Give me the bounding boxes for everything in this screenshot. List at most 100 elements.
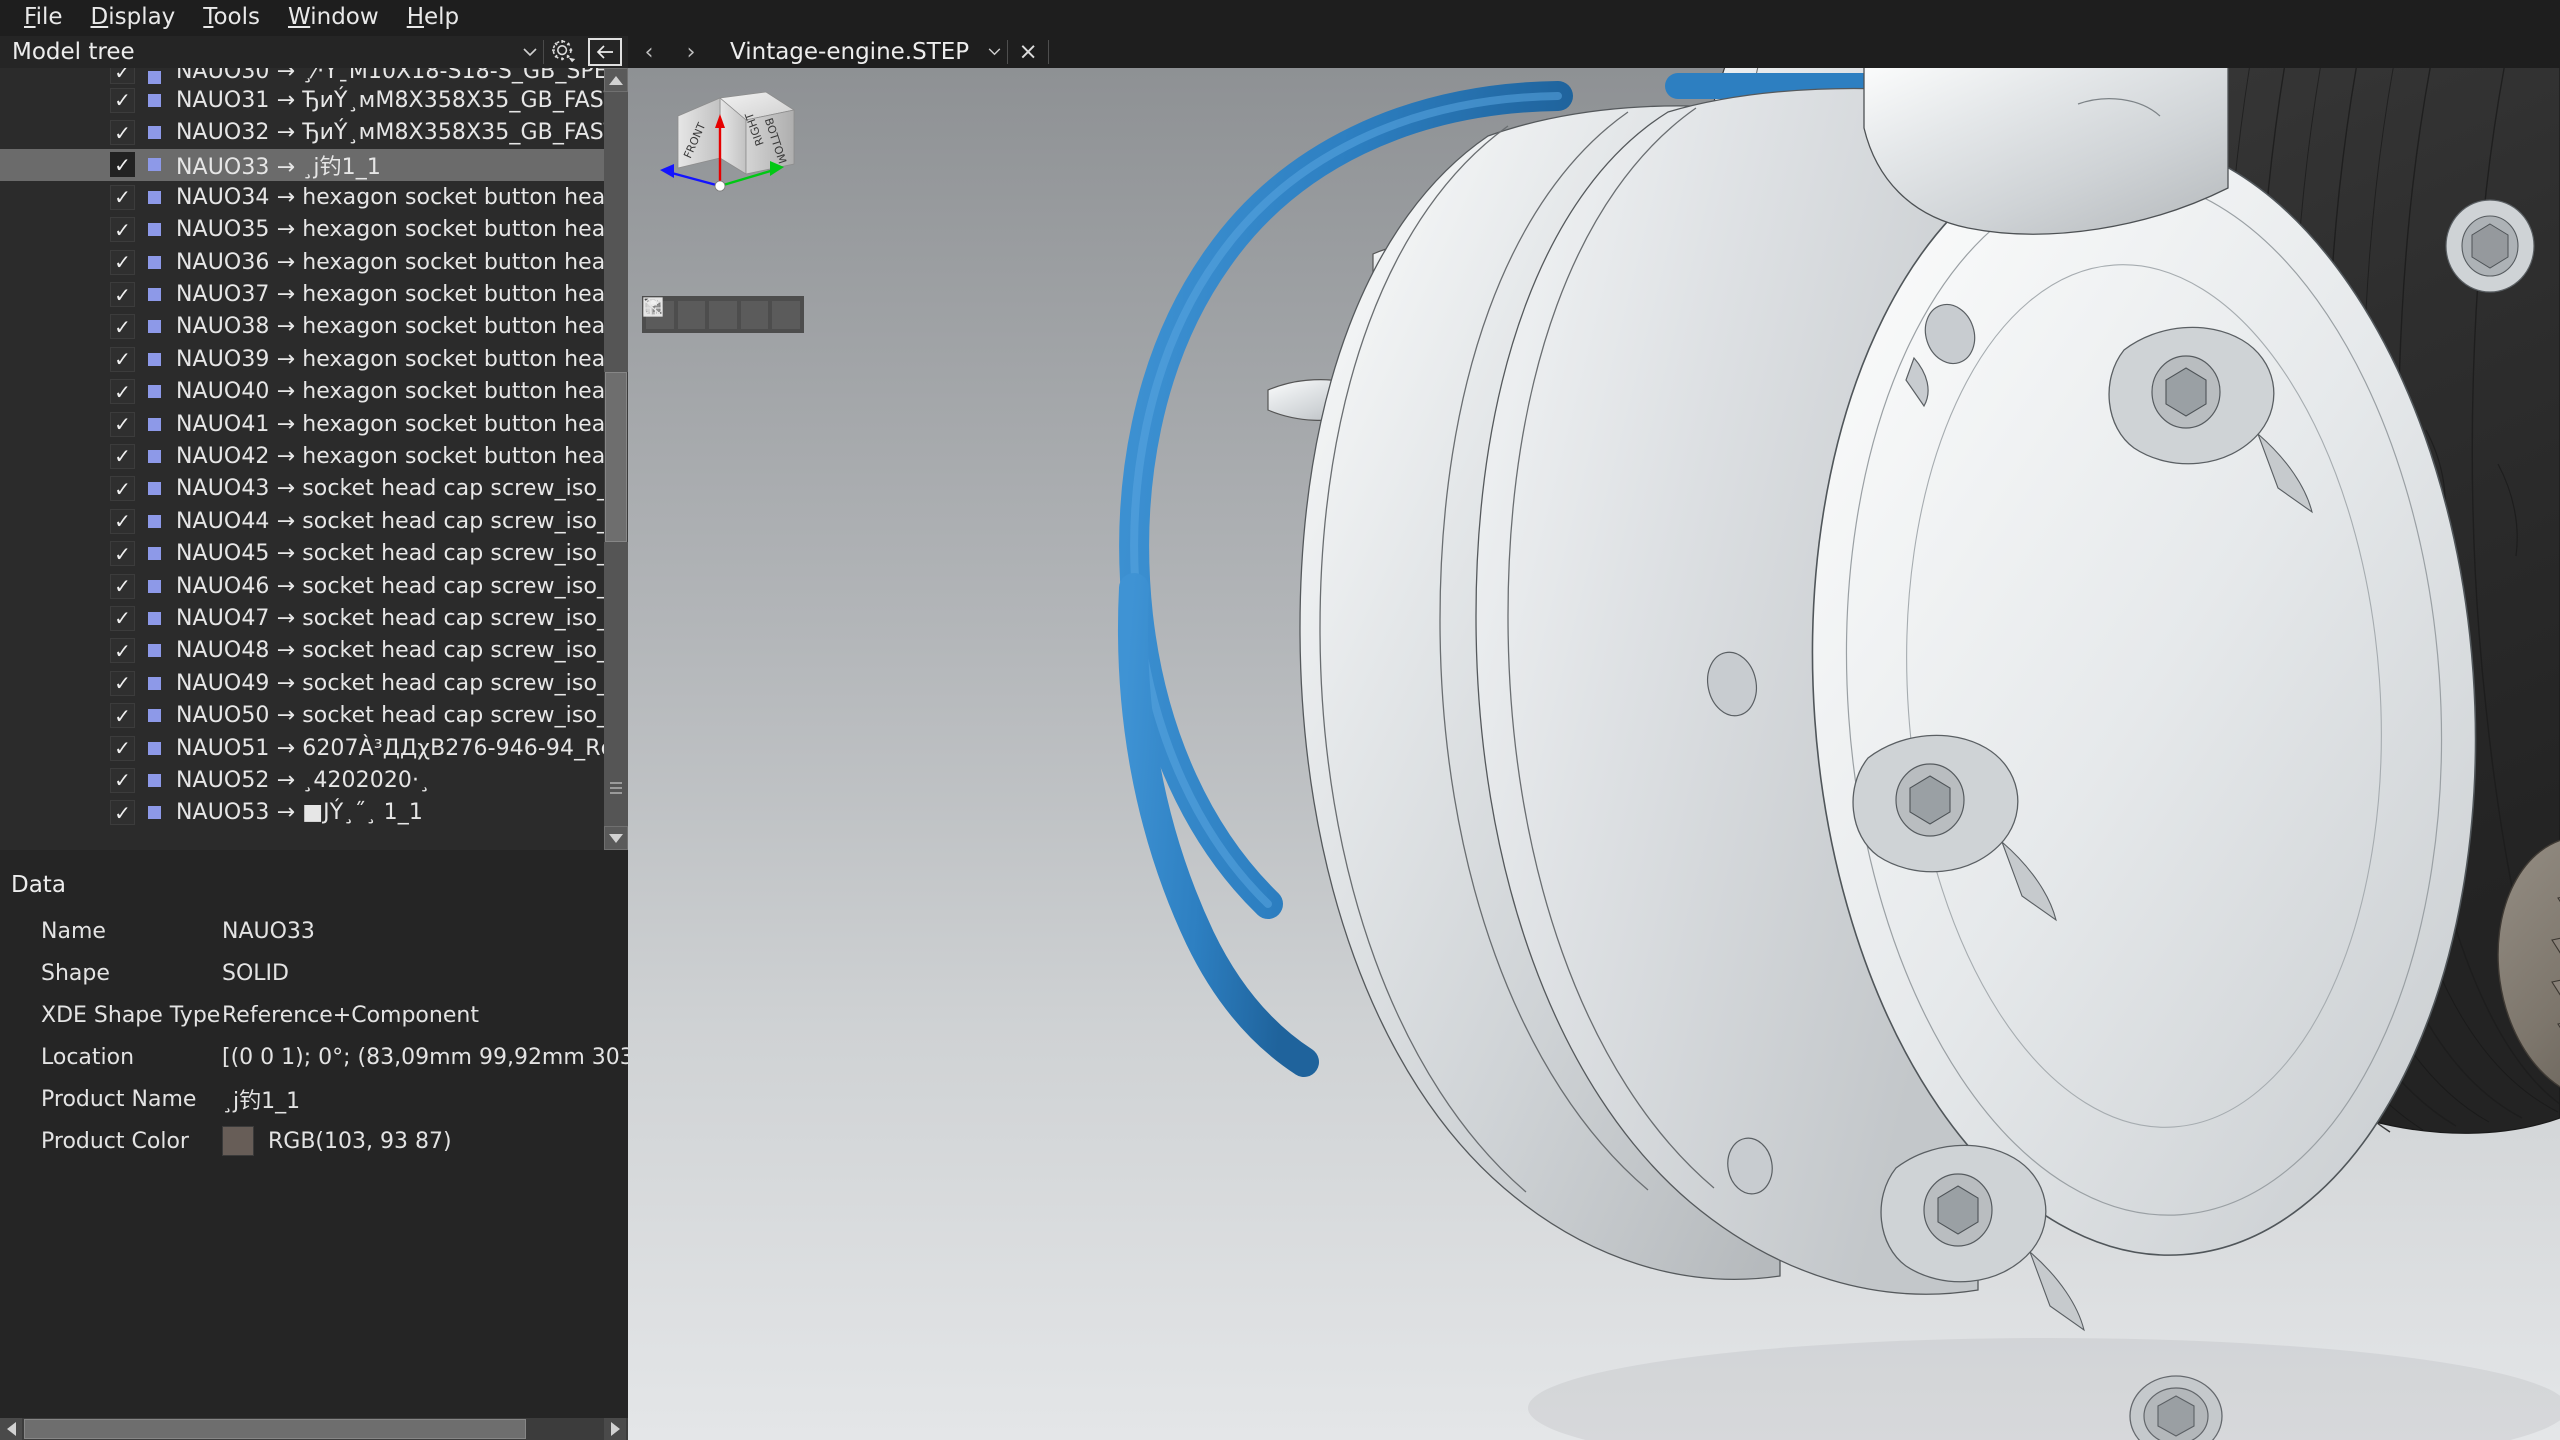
chevron-down-glyph (523, 48, 537, 57)
model-tree-list[interactable]: ✓NAUO30 → ¸⁄·ÝˍM10X18-S18-S_GB_SPE✓NAUO3… (0, 68, 628, 850)
scrollbar-track-lower[interactable] (604, 542, 628, 826)
tree-row[interactable]: ✓NAUO45 → socket head cap screw_iso_l! (0, 537, 604, 569)
tree-row[interactable]: ✓NAUO52 → ¸4202020·¸ (0, 764, 604, 796)
tree-row-checkbox[interactable]: ✓ (110, 152, 135, 177)
close-icon[interactable]: × (1008, 36, 1048, 68)
tree-row[interactable]: ✓NAUO48 → socket head cap screw_iso_l (0, 635, 604, 667)
cad-application-window: File Display Tools Window Help Model tre… (0, 0, 2560, 1440)
data-panel-rows: NameNAUO33ShapeSOLIDXDE Shape TypeRefere… (0, 910, 628, 1162)
menu-item-tools[interactable]: Tools (191, 3, 272, 33)
tree-row-checkbox[interactable]: ✓ (110, 703, 135, 728)
tree-row-checkbox[interactable]: ✓ (110, 120, 135, 145)
tree-row-checkbox[interactable]: ✓ (110, 476, 135, 501)
view-orientation-cube[interactable]: FRONT RIGHT BOTTOM (642, 90, 832, 240)
tree-row[interactable]: ✓ NAUO40 → hexagon socket button head (0, 376, 604, 408)
tree-row[interactable]: ✓ NAUO33 → ¸ј钓​1_1 (0, 149, 604, 181)
tree-row-checkbox[interactable]: ✓ (110, 314, 135, 339)
3d-viewport[interactable]: FRONT RIGHT BOTTOM (628, 68, 2560, 1440)
menu-item-display[interactable]: Display (79, 3, 188, 33)
tree-row-label: NAUO47 → socket head cap screw_iso_l! (176, 606, 604, 631)
tree-row-checkbox[interactable]: ✓ (110, 509, 135, 534)
scroll-left-button[interactable] (0, 1418, 22, 1440)
tree-row-label: NAUO49 → socket head cap screw_iso_l (176, 671, 604, 696)
tree-row[interactable]: ✓NAUO37 → hexagon socket button head (0, 278, 604, 310)
scrollbar-track-upper[interactable] (604, 92, 628, 372)
tree-row-shape-icon (148, 677, 161, 690)
hscrollbar-thumb[interactable] (24, 1419, 526, 1439)
tree-row[interactable]: ✓NAUO43 → socket head cap screw_iso_l! (0, 473, 604, 505)
tree-row-label: NAUO35 → hexagon socket button head (176, 217, 604, 242)
menu-item-window[interactable]: Window (276, 3, 391, 33)
collapse-panel-button[interactable] (588, 38, 622, 66)
scroll-down-button[interactable] (604, 826, 628, 850)
tree-row[interactable]: ✓ NAUO53 → ■ЈÝ¸˝¸ 1_1 (0, 797, 604, 829)
data-row-key: Product Name (41, 1087, 196, 1112)
chevron-down-icon[interactable] (981, 36, 1007, 68)
tree-row-shape-icon (148, 580, 161, 593)
chevron-down-icon[interactable] (517, 37, 543, 67)
tree-row-checkbox[interactable]: ✓ (110, 606, 135, 631)
tree-row-checkbox[interactable]: ✓ (110, 768, 135, 793)
tree-row-checkbox[interactable]: ✓ (110, 217, 135, 242)
dock-horizontal-scrollbar[interactable] (0, 1418, 628, 1440)
menu-item-help[interactable]: Help (395, 3, 471, 33)
scroll-up-button[interactable] (604, 68, 628, 92)
tree-row-checkbox[interactable]: ✓ (110, 638, 135, 663)
shaded-icon[interactable] (709, 301, 737, 329)
tree-row-checkbox[interactable]: ✓ (110, 671, 135, 696)
tree-row-checkbox[interactable]: ✓ (110, 347, 135, 372)
tree-row[interactable]: ✓ NAUO49 → socket head cap screw_iso_l (0, 667, 604, 699)
tree-row[interactable]: ✓NAUO30 → ¸⁄·ÝˍM10X18-S18-S_GB_SPE (0, 68, 604, 84)
gear-icon[interactable] (544, 36, 584, 68)
tree-row[interactable]: ✓NAUO46 → socket head cap screw_iso_l (0, 570, 604, 602)
tree-row-label: NAUO40 → hexagon socket button head (176, 379, 604, 404)
tree-row-checkbox[interactable]: ✓ (110, 68, 135, 84)
tree-row-checkbox[interactable]: ✓ (110, 88, 135, 113)
tree-row-shape-icon (148, 612, 161, 625)
tree-row-shape-icon (148, 709, 161, 722)
tree-row-checkbox[interactable]: ✓ (110, 736, 135, 761)
data-row: Product ColorRGB(103, 93 87) (0, 1120, 628, 1162)
tree-row-checkbox[interactable]: ✓ (110, 574, 135, 599)
scroll-right-button[interactable] (604, 1418, 626, 1440)
tree-row-checkbox[interactable]: ✓ (110, 282, 135, 307)
gear-glyph (549, 37, 579, 67)
tree-row[interactable]: ✓NAUO39 → hexagon socket button head (0, 343, 604, 375)
tree-row[interactable]: ✓NAUO44 → socket head cap screw_iso_l (0, 505, 604, 537)
data-row-value: NAUO33 (222, 919, 628, 944)
tree-row-label: NAUO33 → ¸ј钓​1_1 (176, 149, 381, 181)
tree-row[interactable]: ✓NAUO34 → hexagon socket button head (0, 181, 604, 213)
menu-item-file[interactable]: File (12, 3, 75, 33)
tree-row-checkbox[interactable]: ✓ (110, 444, 135, 469)
tree-row[interactable]: ✓NAUO42 → hexagon socket button head (0, 440, 604, 472)
wireframe-icon[interactable] (678, 301, 706, 329)
tree-row-label: NAUO53 → ■ЈÝ¸˝¸ 1_1 (176, 800, 423, 825)
tree-row[interactable]: ✓NAUO51 → 6207À³ДДχB276-946-94_Rc (0, 732, 604, 764)
explode-icon[interactable] (741, 301, 769, 329)
tree-row-checkbox[interactable]: ✓ (110, 541, 135, 566)
chevron-down-glyph (988, 48, 1001, 56)
tree-row[interactable]: ✓NAUO36 → hexagon socket button head (0, 246, 604, 278)
scrollbar-grip (610, 782, 622, 784)
tree-row-checkbox[interactable]: ✓ (110, 412, 135, 437)
tree-row[interactable]: ✓NAUO38 → hexagon socket button head (0, 311, 604, 343)
tree-row[interactable]: ✓NAUO32 → ЂиÝ¸мM8X358X35_GB_FAST (0, 116, 604, 148)
measure-icon[interactable] (772, 301, 800, 329)
tab-prev-button[interactable]: ‹ (628, 36, 670, 68)
tree-row-checkbox[interactable]: ✓ (110, 800, 135, 825)
tree-row[interactable]: ✓ NAUO47 → socket head cap screw_iso_l! (0, 602, 604, 634)
tree-row[interactable]: ✓ NAUO35 → hexagon socket button head (0, 214, 604, 246)
scrollbar-thumb[interactable] (605, 372, 627, 542)
tree-row-checkbox[interactable]: ✓ (110, 185, 135, 210)
tree-row[interactable]: ✓NAUO50 → socket head cap screw_iso_l (0, 699, 604, 731)
data-row-key: Location (41, 1045, 134, 1070)
tree-row-shape-icon (148, 515, 161, 528)
tree-row-checkbox[interactable]: ✓ (110, 250, 135, 275)
tab-vintage-engine[interactable]: Vintage-engine.STEP × (712, 36, 1049, 68)
tab-label: Vintage-engine.STEP (730, 39, 981, 65)
model-tree-vertical-scrollbar[interactable] (604, 68, 628, 850)
tree-row-checkbox[interactable]: ✓ (110, 379, 135, 404)
tree-row[interactable]: ✓NAUO31 → ЂиÝ¸мM8X358X35_GB_FASTI (0, 84, 604, 116)
tab-next-button[interactable]: › (670, 36, 712, 68)
tree-row[interactable]: ✓NAUO41 → hexagon socket button head (0, 408, 604, 440)
